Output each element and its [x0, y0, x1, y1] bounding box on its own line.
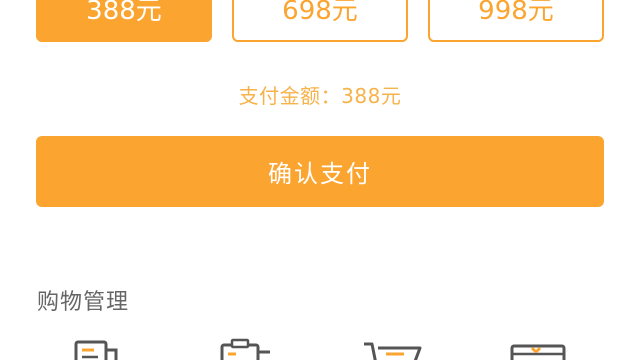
price-option-3[interactable]: 998元 — [428, 0, 604, 42]
price-option-label: 388元 — [86, 0, 162, 26]
cart-icon[interactable] — [358, 336, 428, 360]
payment-amount: 支付金额：388元 — [238, 84, 402, 108]
price-options: 388元 698元 998元 — [36, 0, 604, 44]
price-option-label: 998元 — [478, 0, 554, 26]
confirm-payment-button[interactable]: 确认支付 — [36, 136, 604, 207]
shopping-icons-row — [0, 336, 640, 360]
confirm-payment-label: 确认支付 — [268, 160, 372, 188]
price-option-label: 698元 — [282, 0, 358, 26]
recharge-page: 388元 698元 998元 支付金额：388元 确认支付 购物管理 — [0, 0, 640, 360]
document-icon[interactable] — [64, 336, 134, 360]
price-option-2[interactable]: 698元 — [232, 0, 408, 42]
clipboard-icon[interactable] — [210, 336, 280, 360]
box-icon[interactable] — [506, 336, 576, 360]
shopping-management-title: 购物管理 — [37, 290, 130, 315]
price-option-1[interactable]: 388元 — [36, 0, 212, 42]
